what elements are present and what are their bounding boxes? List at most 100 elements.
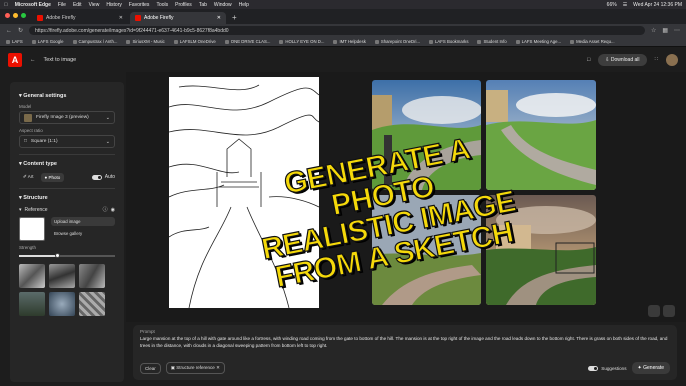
bookmark-item[interactable]: SiriusXM - Music (126, 39, 164, 44)
remove-chip-icon[interactable]: ✕ (215, 365, 220, 370)
minimize-window-button[interactable] (13, 13, 18, 18)
close-tab-icon[interactable]: ✕ (217, 15, 221, 21)
content-type-header[interactable]: ▾ Content type (19, 161, 115, 167)
model-label: Model (19, 104, 32, 109)
clear-button[interactable]: Clear (140, 362, 161, 374)
extensions-icon[interactable]: ▦ (662, 27, 668, 34)
info-icon[interactable]: ⓘ (103, 206, 108, 213)
maximize-window-button[interactable] (21, 13, 26, 18)
aspect-ratio-select[interactable]: □ Square (1:1) ⌄ (19, 135, 115, 148)
apps-grid-icon[interactable]: ∷ (655, 57, 659, 63)
structure-thumbnail[interactable] (19, 292, 45, 316)
bookmark-item[interactable]: IMT Helpdesk (333, 39, 365, 44)
new-tab-button[interactable]: + (228, 12, 241, 24)
download-all-button[interactable]: ⇩ Download all (598, 54, 647, 66)
structure-thumbnail[interactable] (19, 264, 45, 288)
tab-firefly-1[interactable]: Adobe Firefly ✕ (32, 12, 128, 24)
general-settings-header[interactable]: ▾ General settings (19, 93, 115, 99)
bookmark-item[interactable]: LAFSLM OneDrive (174, 39, 216, 44)
chevron-down-icon[interactable]: ▾ (19, 207, 22, 213)
menu-window[interactable]: Window (214, 2, 232, 8)
content-type-toggle: ✐ Art ● Photo Auto (19, 172, 115, 182)
upload-image-button[interactable]: Upload image (51, 217, 115, 226)
browser-tab-strip: Adobe Firefly ✕ Adobe Firefly ✕ + (0, 9, 686, 24)
art-option[interactable]: ✐ Art (19, 172, 38, 182)
structure-thumbnail[interactable] (79, 292, 105, 316)
mac-menu-bar:  Microsoft Edge File Edit View History … (0, 0, 686, 9)
bookmark-item[interactable]: Student Info (477, 39, 506, 44)
auto-label: Auto (104, 174, 115, 180)
prompt-input[interactable]: Large mansion at the top of a hill with … (140, 336, 670, 349)
url-text: https://firefly.adobe.com/generate/image… (35, 27, 229, 34)
bookmark-item[interactable]: Sharepoint OneDri... (375, 39, 420, 44)
back-arrow-icon[interactable]: ← (30, 57, 36, 63)
photo-option[interactable]: ● Photo (40, 172, 65, 182)
divider (19, 154, 115, 155)
close-window-button[interactable] (5, 13, 10, 18)
menu-profiles[interactable]: Profiles (175, 2, 192, 8)
prompt-label: Prompt (140, 329, 155, 334)
structure-thumbnail[interactable] (49, 292, 75, 316)
menu-help[interactable]: Help (239, 2, 249, 8)
url-field[interactable]: https://firefly.adobe.com/generate/image… (29, 26, 645, 35)
toggle-icon[interactable]: ◉ (111, 207, 115, 213)
tab-label: Adobe Firefly (46, 15, 76, 21)
chevron-down-icon: ⌄ (105, 138, 110, 145)
browse-gallery-button[interactable]: Browse gallery (51, 229, 115, 238)
menu-history[interactable]: History (106, 2, 122, 8)
bookmark-item[interactable]: Campustrax / Anth... (73, 39, 118, 44)
bookmark-item[interactable]: LAFS Meeting Age... (516, 39, 561, 44)
favorite-star-icon[interactable]: ☆ (651, 27, 656, 34)
clock[interactable]: Wed Apr 24 12:36 PM (633, 2, 682, 8)
art-label: Art (27, 174, 34, 179)
adobe-logo[interactable]: A (8, 53, 22, 67)
structure-thumbnail[interactable] (49, 264, 75, 288)
menu-file[interactable]: File (58, 2, 66, 8)
tab-firefly-2[interactable]: Adobe Firefly ✕ (130, 12, 226, 24)
back-icon[interactable]: ← (6, 28, 12, 34)
bookmark-item[interactable]: LAFS Bookmarks (429, 39, 468, 44)
suggestions-toggle[interactable]: Suggestions (588, 365, 627, 371)
more-icon[interactable]: ⋯ (674, 27, 680, 34)
reference-thumbnail[interactable] (19, 217, 45, 241)
close-tab-icon[interactable]: ✕ (119, 15, 123, 21)
battery-level[interactable]: 66% (607, 2, 617, 8)
structure-header[interactable]: ▾ Structure (19, 195, 115, 201)
slider-handle[interactable] (54, 253, 60, 258)
bookmark-item[interactable]: Media Asset Requ... (570, 39, 614, 44)
bookmark-item[interactable]: LAFS Google (32, 39, 64, 44)
structure-reference-chip[interactable]: ▣ Structure reference ✕ (165, 362, 225, 374)
menu-edit[interactable]: Edit (73, 2, 82, 8)
chat-icon[interactable]: □ (587, 57, 590, 63)
apple-icon[interactable]:  (4, 2, 8, 8)
bookmark-item[interactable]: ONE DRIVE CLAS... (225, 39, 271, 44)
auto-toggle[interactable] (91, 174, 102, 180)
prompt-panel: Prompt Large mansion at the top of a hil… (133, 325, 677, 380)
single-view-icon[interactable] (663, 305, 675, 317)
structure-thumbnail[interactable] (79, 264, 105, 288)
bookmarks-bar: LAFS LAFS Google Campustrax / Anth... Si… (0, 37, 686, 47)
menu-tools[interactable]: Tools (156, 2, 168, 8)
structure-thumbnails (19, 264, 115, 316)
square-icon: □ (24, 139, 27, 144)
menu-tab[interactable]: Tab (199, 2, 207, 8)
divider (19, 188, 115, 189)
grid-view-icon[interactable] (648, 305, 660, 317)
bookmark-item[interactable]: HOLLY EYE ON D... (279, 39, 324, 44)
refresh-icon[interactable]: ↻ (18, 27, 23, 34)
menu-view[interactable]: View (89, 2, 100, 8)
strength-slider[interactable] (19, 253, 115, 258)
app-name[interactable]: Microsoft Edge (15, 2, 51, 8)
bookmark-item[interactable]: LAFS (6, 39, 23, 44)
model-select[interactable]: Firefly Image 3 (preview) ⌄ (19, 111, 115, 124)
section-title: Content type (23, 161, 57, 167)
suggestions-switch[interactable] (588, 365, 599, 371)
generate-button[interactable]: ✦ Generate (631, 362, 670, 374)
menu-favorites[interactable]: Favorites (129, 2, 150, 8)
prompt-actions: Clear ▣ Structure reference ✕ Suggestion… (140, 362, 670, 374)
avatar[interactable] (666, 54, 678, 66)
photo-label: Photo (48, 174, 61, 180)
settings-panel: ▾ General settings Model Firefly Image 3… (10, 82, 124, 382)
wifi-icon[interactable]: ☰ (623, 2, 627, 8)
download-label: Download all (610, 57, 640, 63)
